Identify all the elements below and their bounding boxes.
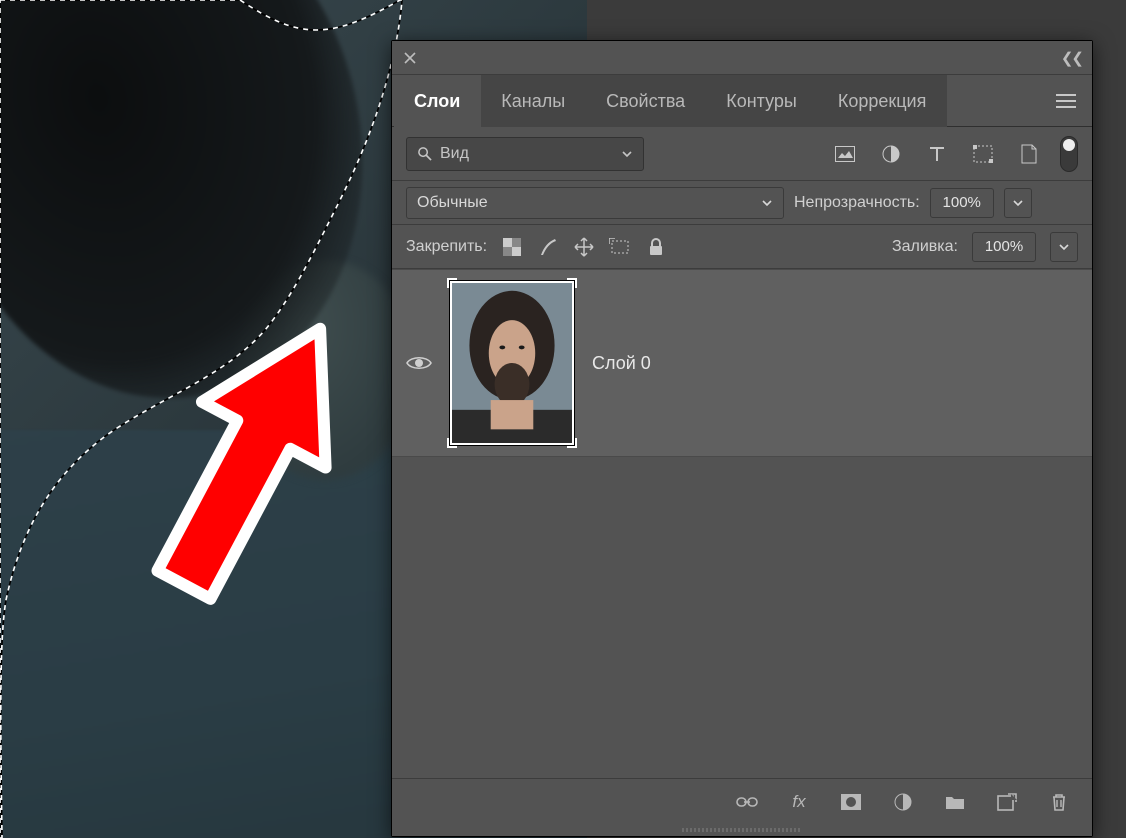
panel-menu-icon[interactable] xyxy=(1040,94,1092,108)
filter-smartobject-icon[interactable] xyxy=(1018,143,1040,165)
filter-adjustment-icon[interactable] xyxy=(880,143,902,165)
chevron-down-icon xyxy=(761,197,773,209)
layer-name[interactable]: Слой 0 xyxy=(592,353,651,374)
collapse-icon[interactable]: ❮❮ xyxy=(1061,49,1082,67)
filter-pixel-icon[interactable] xyxy=(834,143,856,165)
fill-input[interactable]: 100% xyxy=(972,232,1036,262)
filter-type-select[interactable]: Вид xyxy=(406,137,644,171)
blend-mode-value: Обычные xyxy=(417,194,488,212)
chevron-down-icon xyxy=(1058,241,1070,253)
blend-mode-select[interactable]: Обычные xyxy=(406,187,784,219)
tab-channels[interactable]: Каналы xyxy=(481,75,586,127)
tab-paths[interactable]: Контуры xyxy=(706,75,818,127)
chevron-down-icon xyxy=(621,148,633,160)
search-icon xyxy=(417,146,432,161)
adjustment-layer-icon[interactable] xyxy=(892,791,914,813)
opacity-label[interactable]: Непрозрачность: xyxy=(794,194,920,212)
filter-type-text-icon[interactable] xyxy=(926,143,948,165)
opacity-dropdown-button[interactable] xyxy=(1004,188,1032,218)
fill-label[interactable]: Заливка: xyxy=(892,238,958,256)
link-layers-icon[interactable] xyxy=(736,791,758,813)
tab-properties[interactable]: Свойства xyxy=(586,75,706,127)
layer-mask-icon[interactable] xyxy=(840,791,862,813)
panel-resize-grip[interactable] xyxy=(392,824,1092,836)
layer-filter-toolbar: Вид xyxy=(392,127,1092,181)
visibility-toggle-icon[interactable] xyxy=(406,353,432,373)
fill-dropdown-button[interactable] xyxy=(1050,232,1078,262)
delete-layer-icon[interactable] xyxy=(1048,791,1070,813)
panel-tabs: Слои Каналы Свойства Контуры Коррекция xyxy=(392,75,1092,127)
layers-panel: ❮❮ Слои Каналы Свойства Контуры Коррекци… xyxy=(391,40,1093,837)
chevron-down-icon xyxy=(1012,197,1024,209)
panel-titlebar[interactable]: ❮❮ xyxy=(392,41,1092,75)
layer-effects-icon[interactable]: fx xyxy=(788,791,810,813)
close-icon[interactable] xyxy=(402,50,418,66)
lock-all-icon[interactable] xyxy=(645,236,667,258)
new-layer-icon[interactable] xyxy=(996,791,1018,813)
layers-list[interactable]: Слой 0 xyxy=(392,269,1092,778)
lock-transparency-icon[interactable] xyxy=(501,236,523,258)
layer-thumbnail[interactable] xyxy=(450,281,574,445)
lock-row: Закрепить: Заливка: 100% xyxy=(392,225,1092,269)
lock-position-icon[interactable] xyxy=(573,236,595,258)
lock-artboard-icon[interactable] xyxy=(609,236,631,258)
group-layers-icon[interactable] xyxy=(944,791,966,813)
lock-label: Закрепить: xyxy=(406,238,487,256)
layer-row[interactable]: Слой 0 xyxy=(392,269,1092,457)
filter-shape-icon[interactable] xyxy=(972,143,994,165)
blend-row: Обычные Непрозрачность: 100% xyxy=(392,181,1092,225)
lock-pixels-icon[interactable] xyxy=(537,236,559,258)
layers-footer: fx xyxy=(392,778,1092,824)
filter-toggle[interactable] xyxy=(1060,136,1078,172)
opacity-input[interactable]: 100% xyxy=(930,188,994,218)
tab-layers[interactable]: Слои xyxy=(394,75,481,127)
filter-type-label: Вид xyxy=(440,145,469,163)
tab-adjustments[interactable]: Коррекция xyxy=(818,75,948,127)
